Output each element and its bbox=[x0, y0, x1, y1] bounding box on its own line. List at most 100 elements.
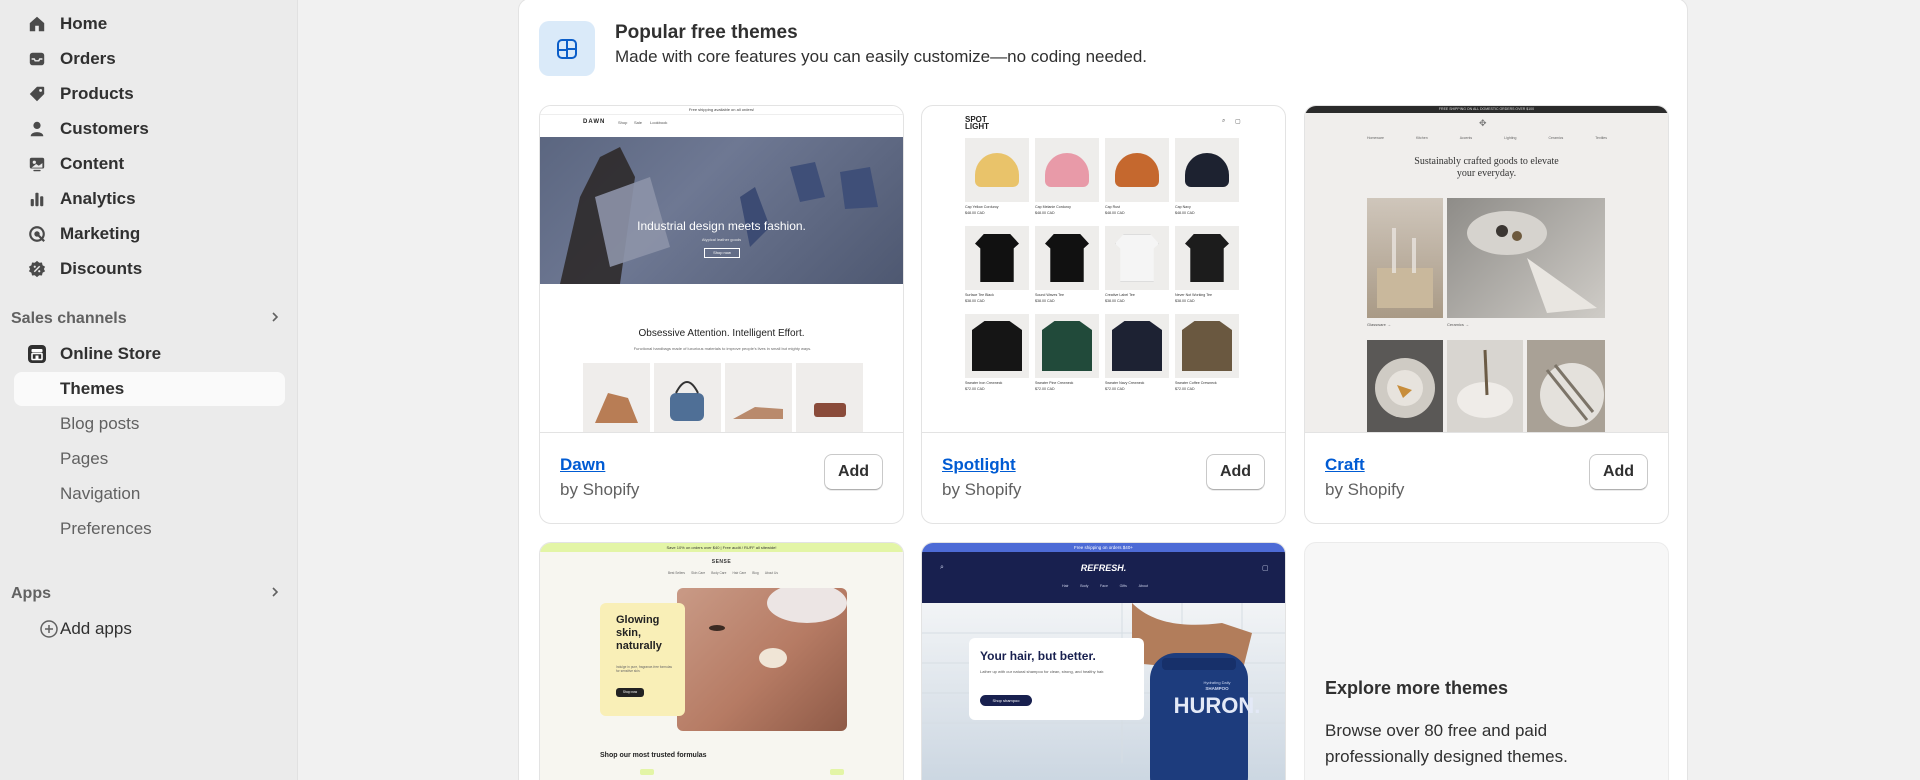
preview-announcement: Free shipping on orders $40+ bbox=[922, 543, 1285, 552]
sidebar-item-customers[interactable]: Customers bbox=[14, 112, 285, 146]
preview-product-tile bbox=[725, 363, 792, 432]
preview-product-price: $72.00 CAD bbox=[1175, 387, 1195, 391]
preview-caption: Glassware → bbox=[1367, 322, 1392, 327]
preview-product-image bbox=[975, 153, 1019, 187]
preview-hero-sub: Atypical leather goods bbox=[701, 237, 742, 242]
sidebar-item-label: Themes bbox=[60, 379, 125, 398]
preview-hero-button: Shop shampoo bbox=[980, 695, 1032, 706]
preview-product-image bbox=[1112, 321, 1162, 371]
preview-product-price: $48.00 CAD bbox=[1175, 211, 1195, 215]
theme-preview-refresh[interactable]: Free shipping on orders $40+ REFRESH. Ha… bbox=[922, 543, 1285, 780]
preview-hero-text: Industrial design meets fashion. bbox=[637, 219, 806, 233]
sidebar-item-label: Products bbox=[60, 84, 134, 103]
preview-product-tile bbox=[1105, 226, 1169, 290]
preview-nav: Hair Body Face Gifts About bbox=[1062, 584, 1148, 588]
preview-section-sub: Functional handbags made of luxurious ma… bbox=[633, 346, 812, 351]
sidebar-item-pages[interactable]: Pages bbox=[14, 442, 285, 476]
preview-product-image bbox=[1185, 234, 1229, 282]
sidebar-item-products[interactable]: Products bbox=[14, 77, 285, 111]
theme-preview-dawn[interactable]: Free shipping available on all orders! D… bbox=[540, 106, 903, 433]
preview-product-price: $38.00 CAD bbox=[965, 299, 985, 303]
theme-preview-spotlight[interactable]: SPOT LIGHT ⌕ ▢ Cap Yellow Corduroy $48.00… bbox=[922, 106, 1285, 433]
preview-product-tile bbox=[1105, 314, 1169, 378]
preview-hero-title: Your hair, but better. bbox=[980, 649, 1096, 663]
sidebar-item-online-store[interactable]: Online Store bbox=[14, 337, 285, 371]
preview-hero-image bbox=[677, 583, 847, 731]
layout-icon bbox=[539, 21, 595, 76]
preview-logo: SENSE bbox=[711, 559, 732, 565]
preview-nav-item: Kitchen bbox=[1415, 136, 1428, 140]
preview-nav-item: Lookbook bbox=[650, 120, 668, 125]
preview-section-title: Obsessive Attention. Intelligent Effort. bbox=[638, 328, 805, 339]
sidebar: Home Orders Products Customers Content A… bbox=[0, 0, 298, 780]
preview-product-tile bbox=[796, 363, 863, 432]
sidebar-item-discounts[interactable]: Discounts bbox=[14, 252, 285, 286]
preview-image-ceramics bbox=[1447, 198, 1605, 318]
preview-product-name: Never Not Working Tee bbox=[1175, 293, 1213, 297]
preview-product-price: $48.00 CAD bbox=[965, 211, 985, 215]
inbox-icon bbox=[26, 48, 48, 70]
sidebar-item-themes[interactable]: Themes bbox=[14, 372, 285, 406]
preview-product-name: Cap Melanie Corduroy bbox=[1035, 205, 1071, 209]
sidebar-item-blog-posts[interactable]: Blog posts bbox=[14, 407, 285, 441]
theme-preview-craft[interactable]: FREE SHIPPING ON ALL DOMESTIC ORDERS OVE… bbox=[1305, 106, 1668, 433]
sidebar-item-preferences[interactable]: Preferences bbox=[14, 512, 285, 546]
theme-preview-sense[interactable]: Save 10% on orders over $40 | Free audit… bbox=[540, 543, 903, 780]
theme-author: by Shopify bbox=[560, 480, 640, 499]
preview-nav-item: Gifts bbox=[1119, 584, 1127, 588]
preview-product-name: Sound Waves Tee bbox=[1035, 293, 1064, 297]
preview-product-name: Cap Yellow Corduroy bbox=[965, 205, 999, 209]
add-theme-button[interactable]: Add bbox=[824, 454, 883, 490]
theme-name-link[interactable]: Dawn bbox=[560, 455, 605, 475]
sidebar-item-orders[interactable]: Orders bbox=[14, 42, 285, 76]
preview-product-price: $48.00 CAD bbox=[1035, 211, 1055, 215]
sidebar-item-label: Online Store bbox=[60, 344, 162, 363]
preview-product-name: Surface Tee Black bbox=[965, 293, 994, 297]
preview-image-spoon bbox=[1447, 340, 1523, 432]
preview-product-image bbox=[1045, 153, 1089, 187]
sidebar-item-content[interactable]: Content bbox=[14, 147, 285, 181]
preview-image-glassware bbox=[1367, 198, 1443, 318]
explore-more-themes-card[interactable]: Explore more themes Browse over 80 free … bbox=[1304, 542, 1669, 780]
theme-author: by Shopify bbox=[942, 480, 1022, 499]
explore-title: Explore more themes bbox=[1325, 678, 1509, 698]
preview-product-image bbox=[1045, 234, 1089, 282]
sidebar-item-add-apps[interactable]: Add apps bbox=[14, 612, 285, 646]
add-theme-button[interactable]: Add bbox=[1206, 454, 1265, 490]
sidebar-item-marketing[interactable]: Marketing bbox=[14, 217, 285, 251]
preview-nav-item: Blog bbox=[752, 571, 759, 575]
theme-card-dawn: Free shipping available on all orders! D… bbox=[539, 105, 904, 524]
theme-card-spotlight: SPOT LIGHT ⌕ ▢ Cap Yellow Corduroy $48.00… bbox=[921, 105, 1286, 524]
preview-nav-item: Ceramics bbox=[1548, 136, 1564, 140]
preview-product-tile bbox=[1035, 226, 1099, 290]
sidebar-item-label: Analytics bbox=[60, 189, 136, 208]
theme-card-refresh: Free shipping on orders $40+ REFRESH. Ha… bbox=[921, 542, 1286, 780]
preview-product-name: Sweater Iron Crewneck bbox=[965, 381, 1003, 385]
preview-product-image bbox=[972, 321, 1022, 371]
preview-announcement: Save 10% on orders over $40 | Free audit… bbox=[540, 543, 903, 552]
sidebar-item-label: Blog posts bbox=[60, 414, 140, 433]
preview-product-image bbox=[975, 234, 1019, 282]
theme-name-link[interactable]: Craft bbox=[1325, 455, 1365, 475]
sidebar-item-home[interactable]: Home bbox=[14, 7, 285, 41]
preview-nav-item: About bbox=[1138, 584, 1148, 588]
apps-header[interactable]: Apps bbox=[11, 581, 287, 607]
theme-card-sense: Save 10% on orders over $40 | Free audit… bbox=[539, 542, 904, 780]
preview-logo-line: LIGHT bbox=[965, 122, 989, 131]
sidebar-item-label: Marketing bbox=[60, 224, 141, 243]
theme-card-craft: FREE SHIPPING ON ALL DOMESTIC ORDERS OVE… bbox=[1304, 105, 1669, 524]
preview-product-name: Sweater Coffee Crewneck bbox=[1175, 381, 1217, 385]
sales-channels-header[interactable]: Sales channels bbox=[11, 306, 287, 332]
preview-nav-item: Homeware bbox=[1367, 136, 1384, 140]
store-icon bbox=[26, 343, 48, 365]
sidebar-item-analytics[interactable]: Analytics bbox=[14, 182, 285, 216]
preview-header bbox=[922, 552, 1285, 603]
add-theme-button[interactable]: Add bbox=[1589, 454, 1648, 490]
preview-nav-item: Lighting bbox=[1504, 136, 1517, 140]
bottle-label-line: Hydrating Daily bbox=[1203, 680, 1231, 685]
preview-product-tile bbox=[1175, 314, 1239, 378]
preview-announcement: FREE SHIPPING ON ALL DOMESTIC ORDERS OVE… bbox=[1305, 106, 1668, 113]
sidebar-item-navigation[interactable]: Navigation bbox=[14, 477, 285, 511]
theme-name-link[interactable]: Spotlight bbox=[942, 455, 1016, 475]
preview-headline: Sustainably crafted goods to elevate you… bbox=[1305, 156, 1668, 180]
